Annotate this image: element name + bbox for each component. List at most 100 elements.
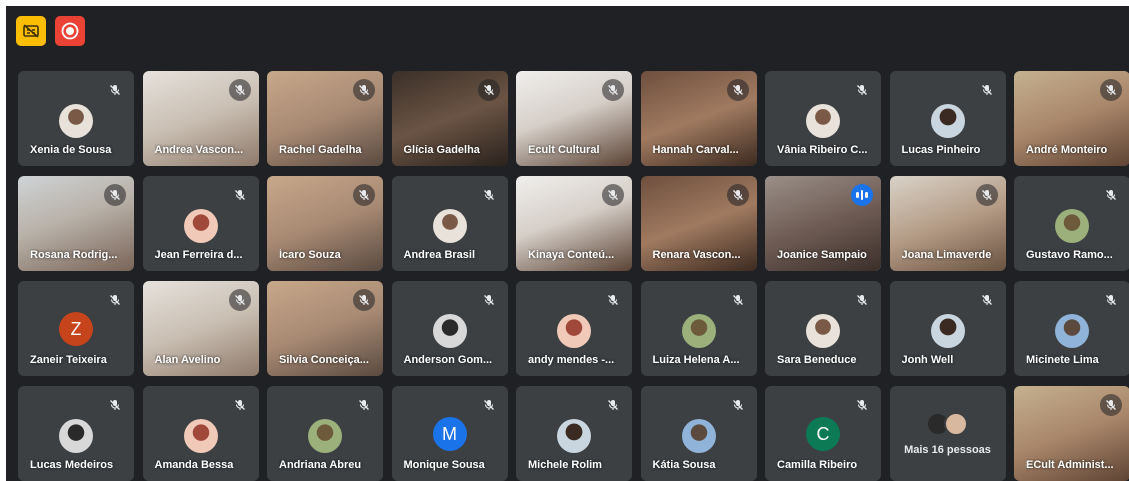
- participant-name: Renara Vascon...: [652, 249, 741, 261]
- participant-name: Andrea Vascon...: [154, 144, 244, 156]
- letter-avatar: Z: [59, 312, 93, 346]
- participant-tile[interactable]: Silvia Conceiça...: [267, 281, 383, 376]
- mic-off-icon: [353, 184, 375, 206]
- letter-avatar: C: [806, 417, 840, 451]
- participant-tile[interactable]: M Monique Sousa: [391, 386, 508, 481]
- participant-tile[interactable]: Vânia Ribeiro C...: [765, 71, 881, 166]
- participant-name: Camilla Ribeiro: [777, 459, 858, 471]
- mic-off-icon: [602, 289, 624, 311]
- participant-tile[interactable]: Luiza Helena A...: [640, 281, 757, 376]
- participant-name: Xenia de Sousa: [30, 144, 112, 156]
- participant-tile[interactable]: Jonh Well: [889, 281, 1006, 376]
- participant-name: Luiza Helena A...: [652, 354, 740, 366]
- participant-tile[interactable]: Andrea Brasil: [391, 176, 508, 271]
- avatar: [59, 419, 93, 453]
- participant-tile[interactable]: Joanice Sampaio: [765, 176, 881, 271]
- mic-off-icon: [104, 289, 126, 311]
- participant-name: Joana Limaverde: [901, 249, 992, 261]
- mic-off-icon: [478, 184, 500, 206]
- record-icon[interactable]: [55, 16, 85, 46]
- mic-off-icon: [104, 79, 126, 101]
- participant-tile[interactable]: Amanda Bessa: [142, 386, 259, 481]
- mic-off-icon: [602, 394, 624, 416]
- mic-off-icon: [602, 79, 624, 101]
- participant-tile[interactable]: Kátia Sousa: [640, 386, 757, 481]
- participant-tile[interactable]: ECult Administ...: [1014, 386, 1129, 481]
- participant-name: Glícia Gadelha: [403, 144, 480, 156]
- participant-tile[interactable]: Z Zaneir Teixeira: [18, 281, 134, 376]
- participant-tile[interactable]: Kinaya Conteú...: [516, 176, 632, 271]
- participant-name: Michele Rolim: [528, 459, 602, 471]
- participant-tile[interactable]: Anderson Gom...: [391, 281, 508, 376]
- more-participants-label: Mais 16 pessoas: [904, 444, 991, 456]
- participant-name: Lucas Medeiros: [30, 459, 114, 471]
- participant-tile[interactable]: Andriana Abreu: [267, 386, 383, 481]
- participant-name: Kátia Sousa: [652, 459, 716, 471]
- participant-grid: Xenia de Sousa Andrea Vascon... Rachel G…: [18, 71, 1129, 481]
- mic-off-icon: [726, 184, 749, 206]
- participant-tile[interactable]: Renara Vascon...: [640, 176, 757, 271]
- participant-name: andy mendes -...: [528, 354, 615, 366]
- participant-name: Vânia Ribeiro C...: [777, 144, 868, 156]
- participant-tile[interactable]: Gustavo Ramo...: [1014, 176, 1129, 271]
- participant-tile[interactable]: Ecult Cultural: [516, 71, 632, 166]
- participant-tile[interactable]: Michele Rolim: [516, 386, 632, 481]
- mic-off-icon: [353, 394, 375, 416]
- participant-tile[interactable]: Xenia de Sousa: [18, 71, 134, 166]
- participant-tile[interactable]: André Monteiro: [1014, 71, 1129, 166]
- participant-tile[interactable]: Lucas Medeiros: [18, 386, 134, 481]
- participant-tile[interactable]: Jean Ferreira d...: [142, 176, 259, 271]
- avatar: [930, 104, 965, 138]
- participant-name: Joanice Sampaio: [777, 249, 867, 261]
- participant-tile[interactable]: Alan Avelino: [142, 281, 259, 376]
- mic-off-icon: [228, 79, 251, 101]
- participant-tile[interactable]: Rosana Rodrig...: [18, 176, 134, 271]
- mic-off-icon: [727, 289, 749, 311]
- participant-name: Kinaya Conteú...: [528, 249, 615, 261]
- mic-off-icon: [602, 184, 624, 206]
- mic-off-icon: [976, 79, 998, 101]
- participant-tile[interactable]: Ícaro Souza: [267, 176, 383, 271]
- mic-off-icon: [976, 289, 998, 311]
- participant-tile[interactable]: andy mendes -...: [516, 281, 632, 376]
- participant-name: Andrea Brasil: [403, 249, 476, 261]
- participant-tile[interactable]: Micinete Lima: [1014, 281, 1129, 376]
- participant-name: Jean Ferreira d...: [154, 249, 243, 261]
- participant-tile[interactable]: Rachel Gadelha: [267, 71, 383, 166]
- more-participants-tile[interactable]: Mais 16 pessoas: [889, 386, 1006, 481]
- participant-name: Anderson Gom...: [403, 354, 493, 366]
- meeting-window: Xenia de Sousa Andrea Vascon... Rachel G…: [6, 6, 1129, 481]
- participant-name: Jonh Well: [901, 354, 954, 366]
- mic-off-icon: [478, 394, 500, 416]
- mic-off-icon: [851, 289, 873, 311]
- participant-name: Gustavo Ramo...: [1026, 249, 1113, 261]
- avatar: [806, 104, 840, 138]
- mic-off-icon: [851, 394, 873, 416]
- avatar: [308, 419, 342, 453]
- mic-off-icon: [229, 394, 251, 416]
- mic-off-icon: [477, 79, 500, 101]
- avatar: [1055, 314, 1089, 348]
- participant-name: Alan Avelino: [154, 354, 221, 366]
- participant-name: Monique Sousa: [403, 459, 485, 471]
- participant-tile[interactable]: Glícia Gadelha: [391, 71, 508, 166]
- participant-name: Rosana Rodrig...: [30, 249, 118, 261]
- avatar: [930, 314, 965, 348]
- participant-tile[interactable]: Joana Limaverde: [889, 176, 1006, 271]
- participant-name: Andriana Abreu: [279, 459, 362, 471]
- participant-name: ECult Administ...: [1026, 459, 1114, 471]
- participant-name: Ícaro Souza: [279, 249, 341, 261]
- mic-off-icon: [727, 394, 749, 416]
- avatar: [59, 104, 93, 138]
- participant-tile[interactable]: Sara Beneduce: [765, 281, 881, 376]
- participant-tile[interactable]: C Camilla Ribeiro: [765, 386, 881, 481]
- participant-tile[interactable]: Andrea Vascon...: [142, 71, 259, 166]
- participant-name: Silvia Conceiça...: [279, 354, 369, 366]
- mic-off-icon: [1100, 184, 1122, 206]
- participant-name: Sara Beneduce: [777, 354, 857, 366]
- mic-off-icon: [353, 79, 375, 101]
- captions-off-icon[interactable]: [16, 16, 46, 46]
- participant-tile[interactable]: Hannah Carval...: [640, 71, 757, 166]
- participant-name: Zaneir Teixeira: [30, 354, 107, 366]
- participant-tile[interactable]: Lucas Pinheiro: [889, 71, 1006, 166]
